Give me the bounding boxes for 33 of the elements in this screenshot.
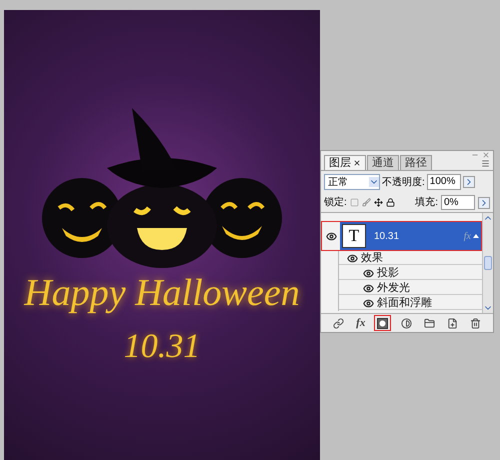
panel-tab[interactable]: 图层 — [324, 155, 366, 170]
blend-mode-select[interactable]: 正常 — [324, 174, 380, 190]
fx-button[interactable]: fx — [353, 315, 368, 331]
layer-name[interactable]: 10.31 — [374, 228, 400, 244]
eye-icon[interactable] — [347, 252, 358, 264]
opacity-field[interactable]: 100% — [426, 174, 461, 190]
eye-icon[interactable] — [363, 268, 374, 278]
lock-icon[interactable] — [386, 198, 395, 207]
close-icon[interactable] — [353, 159, 361, 167]
panel-tab[interactable]: 路径 — [400, 155, 432, 170]
effect-name[interactable]: 斜面和浮雕 — [377, 298, 432, 308]
effect-name[interactable]: 投影 — [377, 268, 399, 278]
date-text: 10.31 — [124, 330, 200, 364]
eye-icon[interactable] — [363, 282, 374, 294]
opacity-label: 不透明度: — [382, 176, 425, 190]
layer-row[interactable]: T 10.31 fx — [321, 221, 482, 251]
greeting-text: Happy Halloween — [24, 274, 300, 312]
eye-icon[interactable] — [363, 298, 374, 308]
eye-icon[interactable] — [326, 230, 336, 242]
panel-menu-icon[interactable] — [481, 159, 490, 168]
mask-icon[interactable] — [374, 315, 392, 331]
lock-label: 锁定: — [324, 196, 347, 210]
fill-field[interactable]: 0% — [441, 195, 475, 210]
effects-label: fx — [464, 230, 471, 244]
scrollbar[interactable] — [482, 213, 493, 313]
fill-label: 填充: — [415, 196, 438, 210]
layer-thumbnail: T — [342, 224, 366, 248]
scroll-thumb[interactable] — [484, 256, 492, 270]
dropdown-icon — [369, 177, 379, 187]
effect-name[interactable]: 外发光 — [377, 282, 410, 294]
move-icon[interactable] — [374, 198, 383, 207]
panel-tab[interactable]: 通道 — [367, 155, 399, 170]
effect-name[interactable]: 效果 — [361, 252, 383, 264]
